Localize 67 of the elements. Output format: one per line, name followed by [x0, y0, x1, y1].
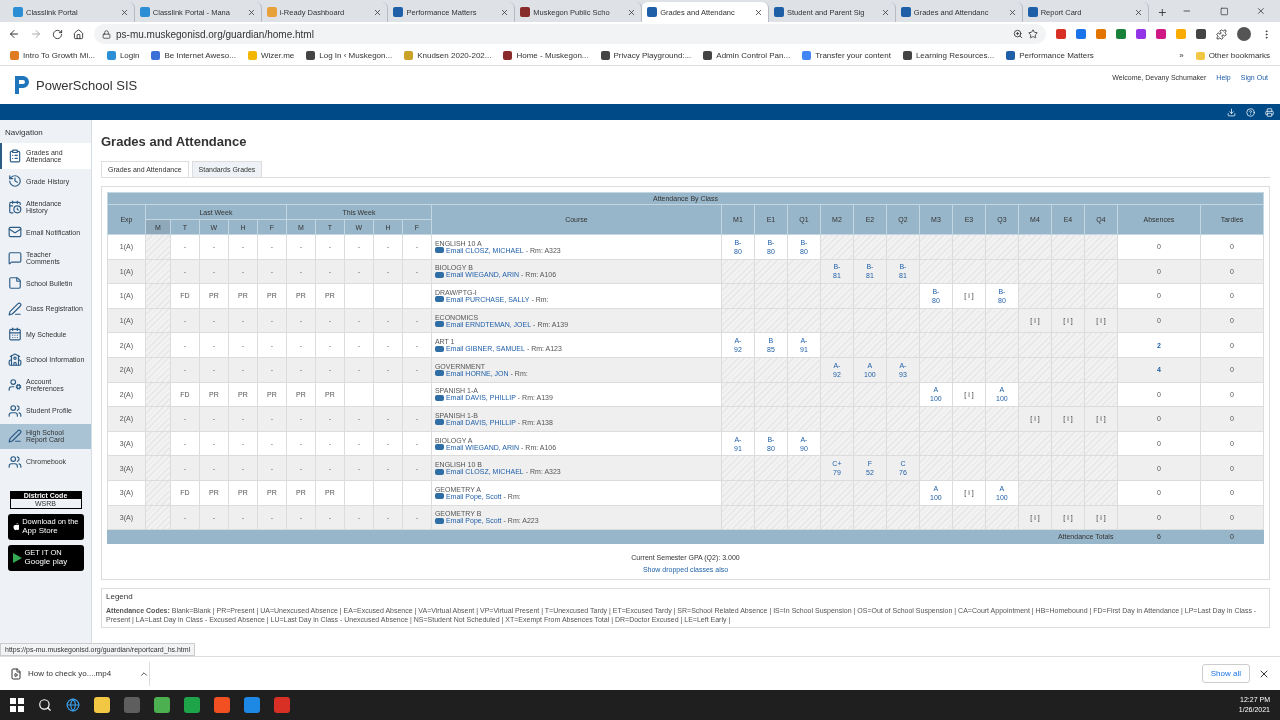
users-icon [8, 454, 22, 469]
bookmark[interactable]: Performance Matters [1006, 51, 1094, 60]
zoom-icon[interactable] [1013, 29, 1023, 39]
note-icon [8, 276, 22, 291]
school-icon [8, 352, 22, 367]
file-icon [10, 667, 22, 680]
close-icon[interactable] [753, 7, 763, 17]
bookmark[interactable]: Transfer your content [802, 51, 891, 60]
folder-icon [1195, 51, 1205, 60]
puzzle-icon[interactable] [1216, 28, 1227, 40]
powerschool-logo-icon [12, 74, 32, 96]
bookmark[interactable]: Be Internet Aweso... [151, 51, 236, 60]
windows-icon[interactable] [10, 698, 24, 712]
comment-icon [8, 250, 22, 265]
bookmark[interactable]: Home - Muskegon... [503, 51, 589, 60]
sidebar-title: Navigation [4, 128, 44, 139]
globe-icon[interactable] [66, 698, 80, 712]
bookmark[interactable]: Admin Control Pan... [703, 51, 791, 60]
more-bookmarks[interactable]: » [1179, 51, 1184, 60]
bookmark[interactable]: Intro To Growth Mi... [10, 51, 95, 60]
email-icon [434, 296, 444, 303]
email-icon [434, 493, 444, 500]
email-icon [434, 370, 444, 377]
lock-icon [102, 29, 111, 39]
home-icon[interactable] [73, 28, 84, 40]
bookmark[interactable]: Learning Resources... [902, 51, 995, 60]
reload-icon[interactable] [52, 28, 63, 40]
pen-icon [8, 429, 22, 444]
help-icon[interactable] [1246, 107, 1255, 117]
email-icon [434, 247, 444, 254]
bookmark[interactable]: Login [106, 51, 140, 60]
star-icon[interactable] [1028, 29, 1038, 39]
address-field[interactable]: ps-mu.muskegonisd.org/guardian/home.html [94, 24, 1046, 44]
clipboard-icon [8, 148, 22, 163]
maximize-icon[interactable] [1219, 7, 1229, 16]
mail-icon [8, 225, 22, 240]
calendar-clock-icon [8, 199, 22, 214]
email-icon [434, 321, 444, 328]
play-icon [12, 552, 22, 563]
email-icon [434, 394, 444, 401]
show-all-button[interactable]: Show all [1201, 664, 1250, 683]
email-icon [434, 517, 444, 524]
bookmark[interactable]: Log In ‹ Muskegon... [306, 51, 393, 60]
email-icon [434, 444, 444, 451]
user-settings-icon [8, 378, 22, 393]
search-icon[interactable] [38, 698, 52, 712]
email-icon [434, 468, 444, 475]
legend-title: Legend [106, 591, 134, 601]
avatar-icon[interactable] [1237, 27, 1251, 41]
download-item[interactable]: How to check yo....mp4 [10, 661, 150, 686]
bookmark[interactable]: Privacy Playground:... [600, 51, 692, 60]
bookmark-folder[interactable]: Other bookmarks [1195, 51, 1270, 60]
calendar-icon [8, 327, 22, 342]
email-icon [434, 345, 444, 352]
back-icon[interactable] [8, 28, 20, 40]
new-tab-icon[interactable] [1157, 7, 1169, 18]
pen-icon [8, 301, 22, 316]
bookmark[interactable]: Wizer.me [247, 51, 295, 60]
page-title: Grades and Attendance [101, 134, 248, 149]
bookmark[interactable]: Knudsen 2020-202... [404, 51, 492, 60]
email-icon [434, 419, 444, 426]
download-icon[interactable] [1227, 107, 1236, 117]
history-icon [8, 174, 22, 189]
users-icon [8, 403, 22, 418]
app-title: PowerSchool SIS [36, 77, 138, 93]
print-icon[interactable] [1265, 107, 1274, 117]
email-icon [434, 271, 444, 278]
